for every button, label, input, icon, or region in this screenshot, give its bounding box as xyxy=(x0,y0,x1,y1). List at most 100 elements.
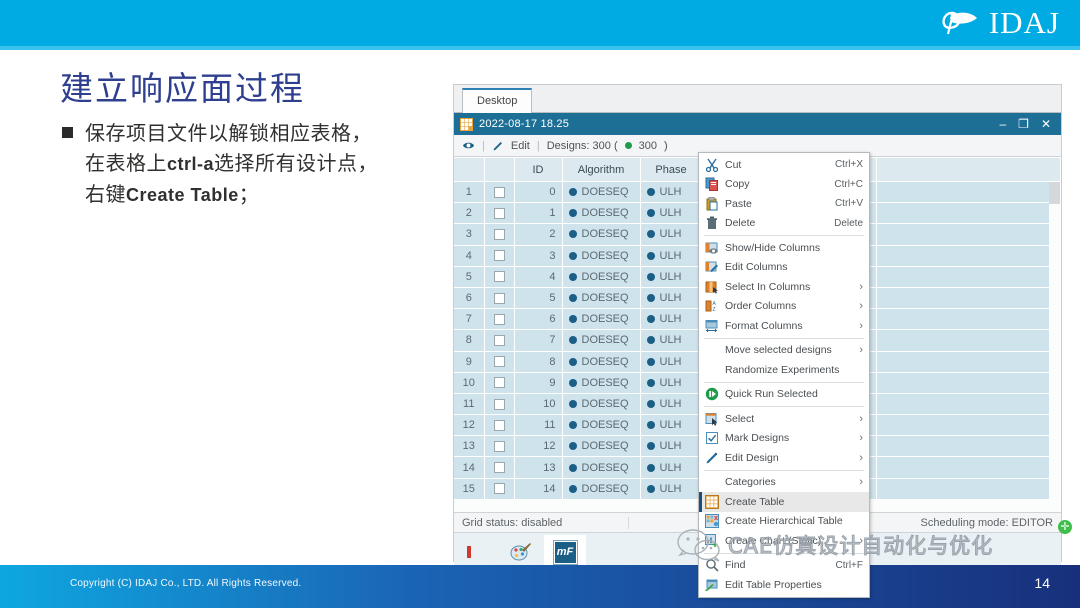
col-header-id[interactable]: ID xyxy=(514,157,563,182)
minimize-button[interactable]: – xyxy=(999,118,1006,130)
cell-phase[interactable]: ULH xyxy=(640,308,703,331)
cell-algorithm[interactable]: DOESEQ xyxy=(562,308,641,331)
menu-item-edit-columns[interactable]: Edit Columns xyxy=(699,258,869,278)
menu-item-quick-run-selected[interactable]: Quick Run Selected xyxy=(699,385,869,405)
menu-item-edit-design[interactable]: Edit Design › xyxy=(699,448,869,468)
eye-icon[interactable] xyxy=(462,140,475,151)
menu-item-copy[interactable]: Copy Ctrl+C xyxy=(699,175,869,195)
cell-checkbox[interactable] xyxy=(484,329,515,352)
cell-algorithm[interactable]: DOESEQ xyxy=(562,287,641,310)
cell-rownum[interactable]: 13 xyxy=(454,435,485,458)
cell-phase[interactable]: ULH xyxy=(640,223,703,246)
cell-id[interactable]: 12 xyxy=(514,435,563,458)
cell-id[interactable]: 2 xyxy=(514,223,563,246)
cell-id[interactable]: 14 xyxy=(514,478,563,500)
cell-rownum[interactable]: 4 xyxy=(454,245,485,267)
cell-phase[interactable]: ULH xyxy=(640,202,703,225)
col-header-algorithm[interactable]: Algorithm xyxy=(562,157,641,182)
menu-item-create-table[interactable]: Create Table xyxy=(699,492,869,512)
cell-phase[interactable]: ULH xyxy=(640,393,703,416)
row-checkbox[interactable] xyxy=(493,229,505,241)
cell-checkbox[interactable] xyxy=(484,287,515,310)
menu-item-mark-designs[interactable]: Mark Designs › xyxy=(699,429,869,449)
row-checkbox[interactable] xyxy=(493,313,505,325)
menu-item-edit-table-properties[interactable]: Edit Table Properties xyxy=(699,575,869,595)
cell-rownum[interactable]: 7 xyxy=(454,308,485,331)
cell-rownum[interactable]: 6 xyxy=(454,287,485,310)
cell-checkbox[interactable] xyxy=(484,202,515,225)
menu-item-create-hierarchical-table[interactable]: Create Hierarchical Table xyxy=(699,512,869,532)
menu-item-move-selected-designs[interactable]: Move selected designs › xyxy=(699,341,869,361)
cell-algorithm[interactable]: DOESEQ xyxy=(562,478,641,500)
cell-checkbox[interactable] xyxy=(484,351,515,373)
menu-item-order-columns[interactable]: A Z Order Columns › xyxy=(699,297,869,317)
row-checkbox[interactable] xyxy=(493,462,505,474)
edit-button-label[interactable]: Edit xyxy=(511,140,530,152)
context-menu[interactable]: Cut Ctrl+X Copy Ctrl+C Paste Ctrl+V Delete Dele… xyxy=(698,152,870,598)
cell-phase[interactable]: ULH xyxy=(640,245,703,267)
cell-id[interactable]: 10 xyxy=(514,393,563,416)
menu-item-delete[interactable]: Delete Delete xyxy=(699,214,869,234)
row-checkbox[interactable] xyxy=(493,483,505,495)
cell-algorithm[interactable]: DOESEQ xyxy=(562,456,641,479)
menu-item-select[interactable]: Select › xyxy=(699,409,869,429)
cell-phase[interactable]: ULH xyxy=(640,266,703,288)
cell-rownum[interactable]: 3 xyxy=(454,223,485,246)
col-header-check[interactable] xyxy=(484,157,515,182)
cell-phase[interactable]: ULH xyxy=(640,181,703,204)
row-checkbox[interactable] xyxy=(493,356,505,368)
taskbar-item-paint[interactable] xyxy=(500,535,542,569)
cell-id[interactable]: 4 xyxy=(514,266,563,288)
cell-rownum[interactable]: 14 xyxy=(454,456,485,479)
cell-rownum[interactable]: 9 xyxy=(454,351,485,373)
cell-checkbox[interactable] xyxy=(484,456,515,479)
row-checkbox[interactable] xyxy=(493,271,505,283)
grid-scrollbar-thumb[interactable] xyxy=(1049,182,1060,204)
cell-algorithm[interactable]: DOESEQ xyxy=(562,372,641,394)
cell-id[interactable]: 8 xyxy=(514,351,563,373)
cell-algorithm[interactable]: DOESEQ xyxy=(562,393,641,416)
cell-algorithm[interactable]: DOESEQ xyxy=(562,329,641,352)
close-button[interactable]: ✕ xyxy=(1041,118,1051,130)
cell-checkbox[interactable] xyxy=(484,414,515,437)
cell-checkbox[interactable] xyxy=(484,245,515,267)
cell-id[interactable]: 5 xyxy=(514,287,563,310)
grid-vertical-scrollbar[interactable] xyxy=(1049,182,1060,510)
cell-phase[interactable]: ULH xyxy=(640,372,703,394)
cell-algorithm[interactable]: DOESEQ xyxy=(562,202,641,225)
cell-rownum[interactable]: 2 xyxy=(454,202,485,225)
cell-phase[interactable]: ULH xyxy=(640,287,703,310)
menu-item-format-columns[interactable]: Format Columns › xyxy=(699,316,869,336)
row-checkbox[interactable] xyxy=(493,377,505,389)
cell-id[interactable]: 1 xyxy=(514,202,563,225)
cell-id[interactable]: 11 xyxy=(514,414,563,437)
taskbar-item-red[interactable] xyxy=(456,535,498,569)
row-checkbox[interactable] xyxy=(493,440,505,452)
row-checkbox[interactable] xyxy=(493,250,505,262)
cell-checkbox[interactable] xyxy=(484,181,515,204)
menu-item-show-hide-columns[interactable]: Show/Hide Columns xyxy=(699,238,869,258)
cell-phase[interactable]: ULH xyxy=(640,351,703,373)
cell-rownum[interactable]: 11 xyxy=(454,393,485,416)
cell-checkbox[interactable] xyxy=(484,372,515,394)
taskbar-item-mf[interactable]: mF xyxy=(544,535,586,569)
cell-phase[interactable]: ULH xyxy=(640,456,703,479)
cell-rownum[interactable]: 8 xyxy=(454,329,485,352)
menu-item-randomize-experiments[interactable]: Randomize Experiments xyxy=(699,360,869,380)
menu-item-paste[interactable]: Paste Ctrl+V xyxy=(699,194,869,214)
cell-id[interactable]: 0 xyxy=(514,181,563,204)
cell-checkbox[interactable] xyxy=(484,223,515,246)
col-header-phase[interactable]: Phase xyxy=(640,157,703,182)
row-checkbox[interactable] xyxy=(493,186,505,198)
maximize-button[interactable]: ❐ xyxy=(1018,118,1029,130)
cell-id[interactable]: 3 xyxy=(514,245,563,267)
menu-item-find[interactable]: Find Ctrl+F xyxy=(699,556,869,576)
row-checkbox[interactable] xyxy=(493,335,505,346)
row-checkbox[interactable] xyxy=(493,207,505,219)
menu-item-categories[interactable]: Categories › xyxy=(699,473,869,493)
cell-checkbox[interactable] xyxy=(484,266,515,288)
cell-rownum[interactable]: 12 xyxy=(454,414,485,437)
row-checkbox[interactable] xyxy=(493,398,505,410)
cell-algorithm[interactable]: DOESEQ xyxy=(562,266,641,288)
cell-phase[interactable]: ULH xyxy=(640,435,703,458)
